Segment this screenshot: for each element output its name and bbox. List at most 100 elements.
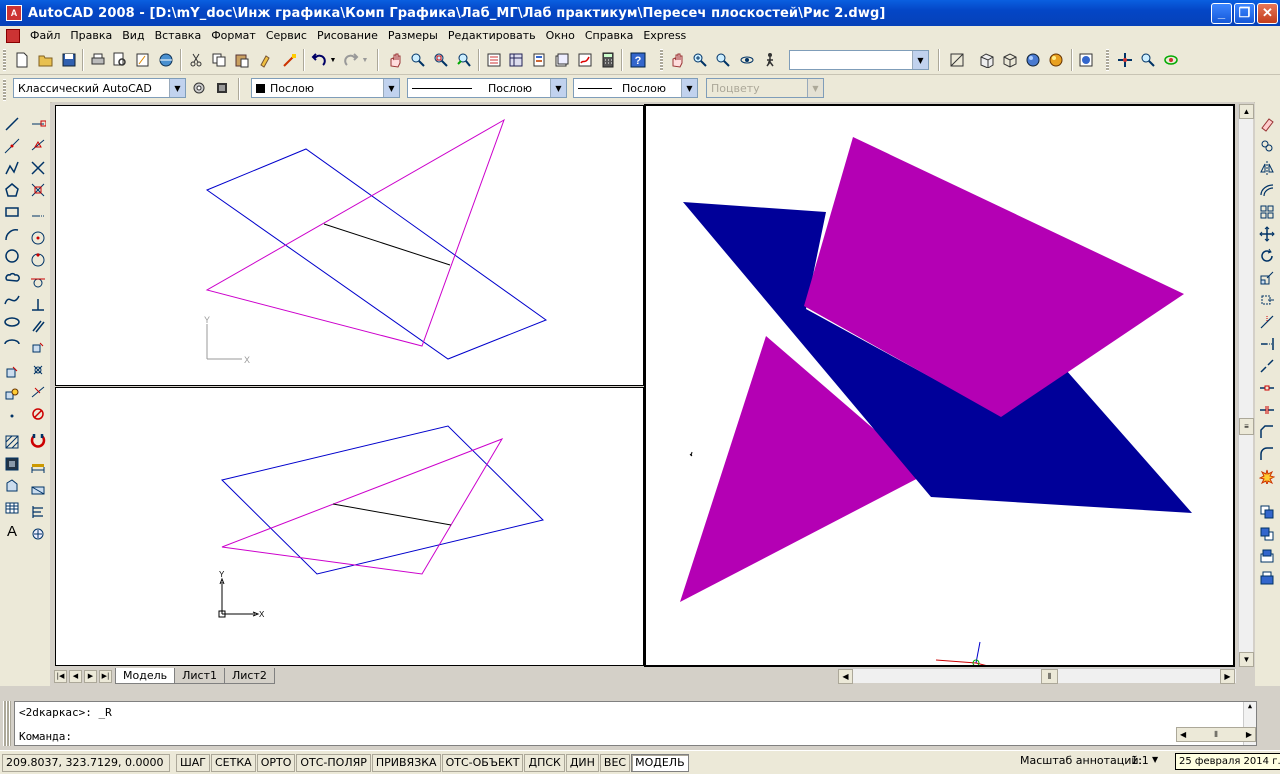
menu-dimension[interactable]: Размеры	[383, 29, 443, 42]
viewport-top-left[interactable]: Y X	[55, 105, 644, 386]
last-tab-button[interactable]: ▶|	[99, 669, 112, 683]
viewport-bottom-left[interactable]: Y X	[55, 387, 644, 666]
zoom-previous-icon[interactable]	[454, 50, 474, 70]
snap-center-icon[interactable]	[28, 228, 48, 248]
prev-tab-button[interactable]: ◀	[69, 669, 82, 683]
toolbar-grip[interactable]	[1106, 49, 1109, 71]
toolbar-grip[interactable]	[3, 49, 6, 71]
snap-nearest-icon[interactable]	[28, 382, 48, 402]
snap-node-icon[interactable]	[28, 360, 48, 380]
view-top-icon[interactable]	[947, 50, 967, 70]
annotation-scale-value[interactable]: 1:1	[1131, 754, 1149, 767]
toggle-snap[interactable]: ШАГ	[176, 753, 210, 772]
dim-style-icon[interactable]	[28, 502, 48, 522]
draworder-above-icon[interactable]	[1257, 546, 1277, 566]
print-icon[interactable]	[88, 50, 108, 70]
scroll-up-button[interactable]: ▲	[1244, 702, 1256, 710]
undo-dropdown-icon[interactable]: ▼	[327, 50, 339, 70]
horizontal-scroll-thumb[interactable]: ⦀	[1041, 669, 1058, 684]
trim-icon[interactable]	[1257, 312, 1277, 332]
3d-pan-icon[interactable]	[1115, 50, 1135, 70]
walk-icon[interactable]	[760, 50, 780, 70]
linetype-dropdown[interactable]: Послою ▼	[407, 78, 567, 98]
visual-styles-manager-icon[interactable]	[1076, 50, 1096, 70]
line-icon[interactable]	[2, 114, 22, 134]
scroll-thumb[interactable]: ⦀	[1214, 730, 1218, 740]
shaded-icon[interactable]	[1023, 50, 1043, 70]
publish-icon[interactable]	[133, 50, 153, 70]
3d-zoom-icon[interactable]	[1138, 50, 1158, 70]
menu-express[interactable]: Express	[638, 29, 691, 42]
copy-icon[interactable]	[209, 50, 229, 70]
rotate-icon[interactable]	[1257, 246, 1277, 266]
toggle-dyn[interactable]: ДИН	[565, 753, 599, 772]
break-icon[interactable]	[1257, 378, 1277, 398]
spline-icon[interactable]	[2, 290, 22, 310]
scroll-down-button[interactable]: ▼	[1239, 652, 1254, 667]
tool-palettes-icon[interactable]	[529, 50, 549, 70]
workspace-settings-icon[interactable]	[189, 78, 209, 98]
polygon-icon[interactable]	[2, 180, 22, 200]
vertical-scrollbar[interactable]: ▲ ≡ ▼	[1238, 104, 1254, 667]
toggle-otrack[interactable]: ОТС-ОБЪЕКТ	[441, 753, 524, 772]
osnap-settings-icon[interactable]	[28, 430, 48, 450]
viewport-right-3d[interactable]	[644, 104, 1235, 667]
snap-parallel-icon[interactable]	[28, 316, 48, 336]
draworder-front-icon[interactable]	[1257, 502, 1277, 522]
toggle-grid[interactable]: СЕТКА	[211, 753, 256, 772]
menu-file[interactable]: Файл	[25, 29, 65, 42]
array-icon[interactable]	[1257, 202, 1277, 222]
box-icon[interactable]	[977, 50, 997, 70]
match-properties-icon[interactable]	[256, 50, 276, 70]
my-workspace-icon[interactable]	[212, 78, 232, 98]
toolbar-grip[interactable]	[3, 79, 6, 101]
chamfer-icon[interactable]	[1257, 422, 1277, 442]
paste-icon[interactable]	[232, 50, 252, 70]
scroll-up-button[interactable]: ▲	[1239, 104, 1254, 119]
menu-tools[interactable]: Сервис	[261, 29, 312, 42]
menu-draw[interactable]: Рисование	[312, 29, 383, 42]
move-icon[interactable]	[1257, 224, 1277, 244]
plot-3d-icon[interactable]	[156, 50, 176, 70]
scroll-left-button[interactable]: ◀	[1180, 730, 1186, 739]
minimize-button[interactable]: _	[1211, 3, 1232, 24]
restore-button[interactable]: ❐	[1234, 3, 1255, 24]
toggle-model[interactable]: МОДЕЛЬ	[631, 753, 689, 772]
snap-apparent-icon[interactable]	[28, 180, 48, 200]
snap-quadrant-icon[interactable]	[28, 250, 48, 270]
undo-icon[interactable]	[309, 50, 329, 70]
ellipse-arc-icon[interactable]	[2, 334, 22, 354]
menu-modify[interactable]: Редактировать	[443, 29, 541, 42]
zoom-extents-icon[interactable]	[713, 50, 733, 70]
scroll-right-button[interactable]: ▶	[1246, 730, 1252, 739]
snap-extension-icon[interactable]	[28, 206, 48, 226]
vertical-scroll-thumb[interactable]: ≡	[1239, 418, 1254, 435]
zoom-realtime-icon[interactable]	[408, 50, 428, 70]
multiline-text-icon[interactable]: A	[2, 520, 22, 540]
draworder-under-icon[interactable]	[1257, 568, 1277, 588]
scale-icon[interactable]	[1257, 268, 1277, 288]
copy-object-icon[interactable]	[1257, 136, 1277, 156]
snap-none-icon[interactable]	[28, 404, 48, 424]
polyline-icon[interactable]	[2, 158, 22, 178]
toggle-ortho[interactable]: ОРТО	[256, 753, 296, 772]
coordinates-display[interactable]: 209.8037, 323.7129, 0.0000	[2, 753, 170, 772]
offset-icon[interactable]	[1257, 180, 1277, 200]
save-icon[interactable]	[59, 50, 79, 70]
ellipse-icon[interactable]	[2, 312, 22, 332]
command-grip[interactable]	[3, 701, 11, 746]
preview-icon[interactable]	[110, 50, 130, 70]
draworder-back-icon[interactable]	[1257, 524, 1277, 544]
designcenter-icon[interactable]	[506, 50, 526, 70]
horizontal-scrollbar[interactable]: ◀ ⦀ ▶	[838, 668, 1236, 684]
snap-tangent-icon[interactable]	[28, 272, 48, 292]
snap-endpoint-icon[interactable]	[28, 114, 48, 134]
toolbar-grip[interactable]	[660, 49, 663, 71]
construction-line-icon[interactable]	[2, 136, 22, 156]
snap-perpendicular-icon[interactable]	[28, 294, 48, 314]
snap-insert-icon[interactable]	[28, 338, 48, 358]
command-horizontal-scroll[interactable]: ◀ ⦀ ▶	[1176, 727, 1256, 742]
workspace-dropdown[interactable]: Классический AutoCAD ▼	[13, 78, 186, 98]
zoom-in-icon[interactable]	[690, 50, 710, 70]
markup-icon[interactable]	[575, 50, 595, 70]
